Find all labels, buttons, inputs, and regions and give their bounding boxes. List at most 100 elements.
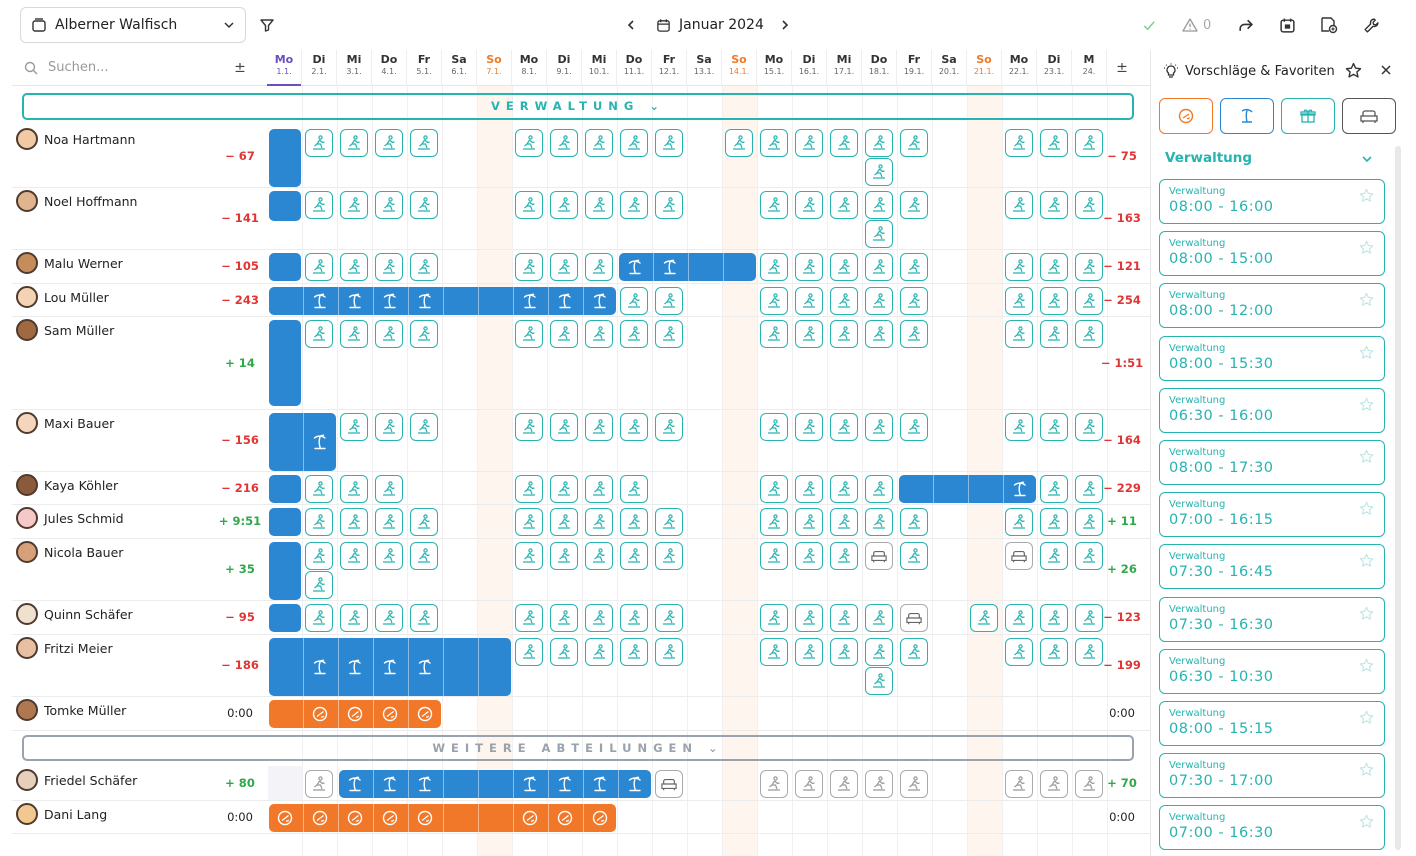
vacation-bar[interactable]: [269, 604, 301, 632]
shift-suggestion-card[interactable]: Verwaltung 08:00 - 16:00: [1159, 179, 1385, 224]
work-shift-icon[interactable]: [900, 770, 928, 798]
work-shift-icon[interactable]: [655, 542, 683, 570]
work-shift-icon[interactable]: [620, 129, 648, 157]
work-shift-icon[interactable]: [515, 129, 543, 157]
shift-suggestion-card[interactable]: Verwaltung 08:00 - 15:30: [1159, 335, 1385, 381]
work-shift-icon[interactable]: [865, 287, 893, 315]
work-shift-icon[interactable]: [830, 129, 858, 157]
work-shift-icon[interactable]: [795, 413, 823, 441]
vacation-bar[interactable]: [269, 542, 301, 600]
vacation-bar[interactable]: [899, 475, 1036, 503]
employee-name[interactable]: Tomke Müller: [16, 699, 126, 721]
work-shift-icon[interactable]: [1040, 770, 1068, 798]
work-shift-icon[interactable]: [795, 287, 823, 315]
check-icon[interactable]: [1138, 13, 1160, 37]
work-shift-icon[interactable]: [515, 320, 543, 348]
star-icon[interactable]: [1359, 606, 1374, 621]
work-shift-icon[interactable]: [410, 508, 438, 536]
wrench-icon[interactable]: [1360, 13, 1382, 37]
work-shift-icon[interactable]: [1040, 542, 1068, 570]
warnings-button[interactable]: 0: [1182, 13, 1211, 37]
work-shift-icon[interactable]: [830, 475, 858, 503]
work-shift-icon[interactable]: [900, 191, 928, 219]
work-shift-icon[interactable]: [550, 320, 578, 348]
sofa-shift-icon[interactable]: [865, 542, 893, 570]
work-shift-icon[interactable]: [620, 542, 648, 570]
work-shift-icon[interactable]: [410, 413, 438, 441]
work-shift-icon[interactable]: [305, 475, 333, 503]
work-shift-icon[interactable]: [1040, 320, 1068, 348]
work-shift-icon[interactable]: [655, 638, 683, 666]
prev-month-button[interactable]: [620, 13, 642, 37]
department-header-main[interactable]: VERWALTUNG ⌄: [22, 93, 1134, 120]
search-field[interactable]: Suchen...: [12, 50, 212, 86]
work-shift-icon[interactable]: [900, 413, 928, 441]
work-shift-icon[interactable]: [305, 770, 333, 798]
work-shift-icon[interactable]: [340, 604, 368, 632]
star-icon[interactable]: [1359, 814, 1374, 829]
day-header[interactable]: Mo 1.1.: [267, 50, 302, 86]
work-shift-icon[interactable]: [900, 508, 928, 536]
work-shift-icon[interactable]: [340, 413, 368, 441]
work-shift-icon[interactable]: [865, 320, 893, 348]
work-shift-icon[interactable]: [585, 253, 613, 281]
work-shift-icon[interactable]: [795, 604, 823, 632]
day-header[interactable]: Fr 12.1.: [652, 50, 687, 86]
work-shift-icon[interactable]: [340, 129, 368, 157]
chevron-down-icon[interactable]: [1361, 153, 1373, 165]
work-shift-icon[interactable]: [410, 253, 438, 281]
work-shift-icon[interactable]: [655, 413, 683, 441]
work-shift-icon[interactable]: [620, 475, 648, 503]
work-shift-icon[interactable]: [305, 604, 333, 632]
sofa-shift-icon[interactable]: [1005, 542, 1033, 570]
work-shift-icon[interactable]: [865, 508, 893, 536]
work-shift-icon[interactable]: [305, 191, 333, 219]
day-header[interactable]: So 14.1.: [722, 50, 757, 86]
work-shift-icon[interactable]: [1005, 638, 1033, 666]
day-header[interactable]: Di 2.1.: [302, 50, 337, 86]
work-shift-icon[interactable]: [550, 604, 578, 632]
filter-gift-button[interactable]: [1281, 98, 1335, 134]
work-shift-icon[interactable]: [795, 770, 823, 798]
vacation-bar[interactable]: [269, 413, 336, 471]
vacation-bar[interactable]: [269, 475, 301, 503]
work-shift-icon[interactable]: [305, 253, 333, 281]
star-icon[interactable]: [1359, 501, 1374, 516]
work-shift-icon[interactable]: [340, 508, 368, 536]
work-shift-icon[interactable]: [1075, 413, 1103, 441]
work-shift-icon[interactable]: [900, 542, 928, 570]
day-header[interactable]: M 24.: [1072, 50, 1107, 86]
shift-suggestion-card[interactable]: Verwaltung 07:30 - 16:45: [1159, 544, 1385, 590]
work-shift-icon[interactable]: [620, 604, 648, 632]
work-shift-icon[interactable]: [900, 320, 928, 348]
work-shift-icon[interactable]: [550, 191, 578, 219]
work-shift-icon[interactable]: [655, 604, 683, 632]
next-month-button[interactable]: [774, 13, 796, 37]
work-shift-icon[interactable]: [865, 638, 893, 666]
star-icon[interactable]: [1359, 188, 1374, 203]
day-header[interactable]: Di 16.1.: [792, 50, 827, 86]
shift-suggestion-card[interactable]: Verwaltung 08:00 - 15:00: [1159, 231, 1385, 277]
work-shift-icon[interactable]: [1005, 770, 1033, 798]
work-shift-icon[interactable]: [305, 320, 333, 348]
work-shift-icon[interactable]: [340, 253, 368, 281]
work-shift-icon[interactable]: [795, 191, 823, 219]
day-header[interactable]: Di 23.1.: [1037, 50, 1072, 86]
work-shift-icon[interactable]: [1005, 129, 1033, 157]
employee-name[interactable]: Friedel Schäfer: [16, 769, 137, 791]
work-shift-icon[interactable]: [830, 508, 858, 536]
work-shift-icon[interactable]: [760, 413, 788, 441]
work-shift-icon[interactable]: [760, 253, 788, 281]
work-shift-icon[interactable]: [795, 542, 823, 570]
employee-name[interactable]: Fritzi Meier: [16, 637, 113, 659]
vacation-bar[interactable]: [339, 770, 651, 798]
shift-suggestion-card[interactable]: Verwaltung 08:00 - 15:15: [1159, 701, 1385, 746]
work-shift-icon[interactable]: [620, 320, 648, 348]
work-shift-icon[interactable]: [340, 542, 368, 570]
work-shift-icon[interactable]: [795, 253, 823, 281]
work-shift-icon[interactable]: [760, 320, 788, 348]
star-icon[interactable]: [1359, 292, 1374, 307]
vacation-bar[interactable]: [269, 287, 616, 315]
work-shift-icon[interactable]: [515, 191, 543, 219]
work-shift-icon[interactable]: [795, 638, 823, 666]
